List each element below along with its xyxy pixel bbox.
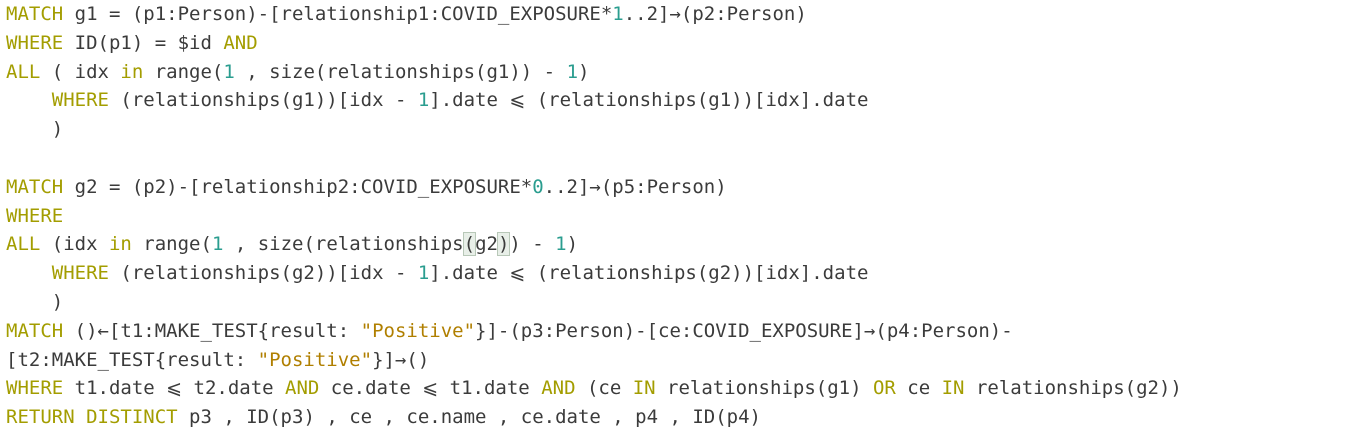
keyword-token: in	[108, 233, 132, 256]
code-token: p3 , ID(p3) , ce , ce.name , ce.date , p…	[177, 406, 761, 429]
keyword-token: MATCH	[6, 319, 64, 342]
bracket-match-highlight: (	[462, 232, 477, 257]
code-line[interactable]: ALL ( idx in range(1 , size(relationship…	[6, 58, 1182, 87]
keyword-token: WHERE	[51, 89, 109, 112]
keyword-token: in	[120, 60, 144, 83]
number-token: 1	[211, 233, 224, 256]
string-token: "Positive"	[360, 319, 476, 342]
code-token: (relationships(g2))[idx -	[108, 262, 418, 285]
number-token: 1	[566, 60, 579, 83]
code-token: )	[6, 290, 64, 313]
code-token: ].date ⩽ (relationships(g1))[idx].date	[429, 89, 869, 112]
keyword-token: MATCH	[6, 3, 64, 25]
code-line[interactable]: WHERE	[6, 202, 1182, 231]
keyword-token: IN	[941, 377, 965, 400]
keyword-token: MATCH	[6, 175, 64, 198]
keyword-token: IN	[632, 377, 656, 400]
code-token: ce	[895, 377, 942, 400]
code-line[interactable]: MATCH ()←[t1:MAKE_TEST{result: "Positive…	[6, 317, 1182, 346]
bracket-match-highlight: )	[496, 232, 511, 257]
code-line[interactable]	[6, 144, 1182, 173]
code-token: (idx	[40, 233, 109, 256]
code-token: t1.date ⩽ t2.date	[63, 377, 286, 400]
number-token: 1	[417, 262, 430, 285]
code-line[interactable]: WHERE (relationships(g2))[idx - 1].date …	[6, 259, 1182, 288]
code-token: relationships(g2))	[964, 377, 1182, 400]
code-line[interactable]: WHERE t1.date ⩽ t2.date AND ce.date ⩽ t1…	[6, 374, 1182, 403]
keyword-token: WHERE	[6, 204, 64, 227]
code-token: ID(p1) = $id	[63, 31, 224, 54]
code-token: range(	[143, 60, 224, 83]
keyword-token: AND	[285, 377, 320, 400]
code-line[interactable]: )	[6, 288, 1182, 317]
keyword-token: ALL	[6, 233, 41, 256]
code-token: g2 = (p2)-[relationship2:COVID_EXPOSURE*	[63, 175, 533, 198]
code-token: )	[566, 233, 579, 256]
code-token: (ce	[575, 377, 633, 400]
code-token: g2	[475, 233, 498, 256]
keyword-token: OR	[872, 377, 896, 400]
code-line[interactable]: RETURN DISTINCT p3 , ID(p3) , ce , ce.na…	[6, 403, 1182, 432]
code-line[interactable]: ALL (idx in range(1 , size(relationships…	[6, 230, 1182, 259]
code-line[interactable]: WHERE ID(p1) = $id AND	[6, 29, 1182, 58]
code-token: ..2]→(p5:Person)	[543, 175, 727, 198]
code-token: relationships(g1)	[655, 377, 873, 400]
keyword-token: WHERE	[6, 377, 64, 400]
code-token: g1 = (p1:Person)-[relationship1:COVID_EX…	[63, 3, 613, 25]
keyword-token: AND	[541, 377, 576, 400]
code-token: }]→()	[372, 348, 430, 371]
number-token: 1	[612, 3, 624, 25]
code-token: (relationships(g1))[idx -	[108, 89, 418, 112]
number-token: 1	[223, 60, 235, 83]
number-token: 1	[555, 233, 567, 256]
code-line[interactable]: WHERE (relationships(g1))[idx - 1].date …	[6, 86, 1182, 115]
keyword-token: AND	[223, 31, 258, 54]
string-token: "Positive"	[257, 348, 373, 371]
code-token: ) -	[509, 233, 556, 256]
code-token: }]-(p3:Person)-[ce:COVID_EXPOSURE]→(p4:P…	[475, 319, 1013, 342]
code-token: range(	[131, 233, 212, 256]
keyword-token: RETURN	[6, 406, 75, 429]
number-token: 1	[417, 89, 430, 112]
code-token: ()←[t1:MAKE_TEST{result:	[63, 319, 361, 342]
code-line[interactable]: )	[6, 115, 1182, 144]
code-token: ].date ⩽ (relationships(g2))[idx].date	[429, 262, 869, 285]
keyword-token: DISTINCT	[86, 406, 178, 429]
code-token: ce.date ⩽ t1.date	[319, 377, 542, 400]
code-line[interactable]: MATCH g1 = (p1:Person)-[relationship1:CO…	[6, 0, 1182, 29]
code-token: , size(relationships	[223, 233, 464, 256]
keyword-token: ALL	[6, 60, 41, 83]
code-token: )	[6, 118, 64, 141]
code-editor[interactable]: MATCH g1 = (p1:Person)-[relationship1:CO…	[6, 0, 1182, 432]
number-token: 0	[532, 175, 544, 198]
code-token: ..2]→(p2:Person)	[623, 3, 807, 25]
keyword-token: WHERE	[6, 31, 64, 54]
code-token: ( idx	[40, 60, 121, 83]
code-line[interactable]: [t2:MAKE_TEST{result: "Positive"}]→()	[6, 346, 1182, 375]
keyword-token: WHERE	[51, 262, 109, 285]
code-token: , size(relationships(g1)) -	[234, 60, 567, 83]
code-token: )	[578, 60, 590, 83]
code-line[interactable]: MATCH g2 = (p2)-[relationship2:COVID_EXP…	[6, 173, 1182, 202]
code-token: [t2:MAKE_TEST{result:	[6, 348, 258, 371]
